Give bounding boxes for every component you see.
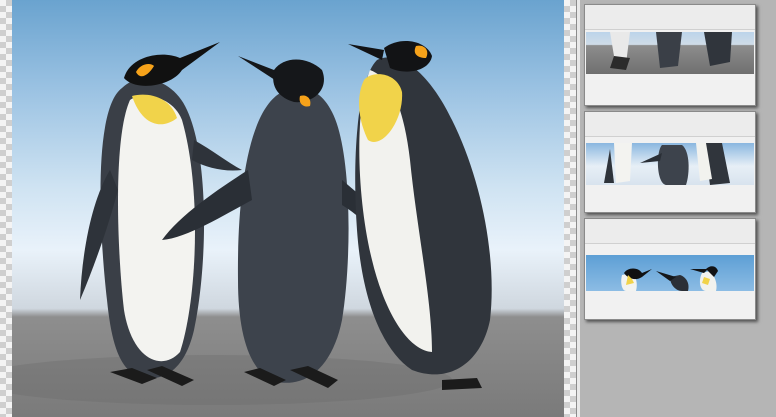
thumbnail-2-header <box>585 112 755 137</box>
checker-rail-right <box>564 0 576 417</box>
penguins-illustration <box>12 41 492 405</box>
thumbnail-2-image <box>586 143 754 185</box>
thumbnail-3-header <box>585 219 755 244</box>
thumbnail-1-header <box>585 5 755 30</box>
checker-rail-left <box>0 0 12 417</box>
penguin-right <box>348 41 492 390</box>
thumbnail-strip <box>584 4 756 325</box>
thumbnail-1[interactable] <box>584 4 756 106</box>
thumbnail-1-image <box>586 32 754 74</box>
filmstrip-scrollbar[interactable] <box>576 0 580 417</box>
thumbnail-3[interactable] <box>584 218 756 320</box>
thumbnail-3-image <box>586 255 754 291</box>
thumbnail-2[interactable] <box>584 111 756 213</box>
main-image-preview[interactable] <box>12 0 564 417</box>
